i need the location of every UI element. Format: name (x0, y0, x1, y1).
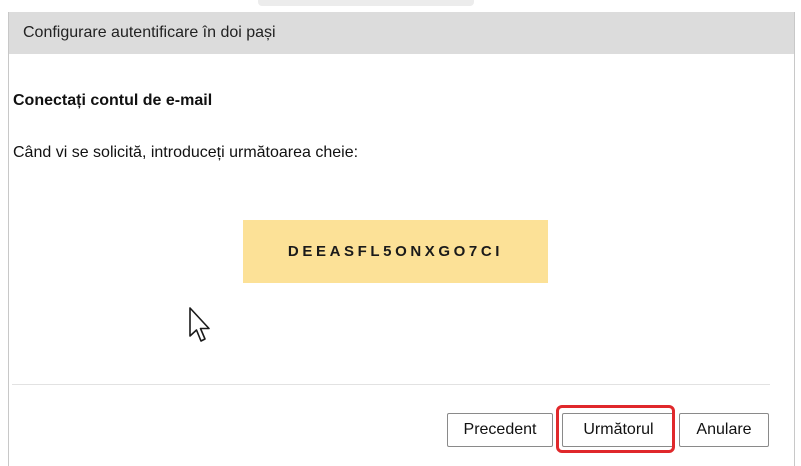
screen: Configurare autentificare în doi pași Co… (0, 0, 801, 466)
window-top-edge (0, 0, 801, 12)
dialog-title: Configurare autentificare în doi pași (23, 24, 276, 41)
previous-button[interactable]: Precedent (447, 413, 553, 447)
cancel-button[interactable]: Anulare (679, 413, 769, 447)
section-heading: Conectați contul de e-mail (13, 92, 213, 109)
instruction-text: Când vi se solicită, introduceți următoa… (13, 144, 359, 161)
dialog-titlebar: Configurare autentificare în doi pași (9, 12, 794, 54)
mouse-pointer-icon (189, 307, 210, 342)
secret-key-box: DEEASFL5ONXGO7CI (243, 220, 548, 283)
secret-key-text: DEEASFL5ONXGO7CI (287, 243, 504, 260)
window-top-tab (258, 0, 474, 6)
next-button[interactable]: Următorul (562, 413, 675, 447)
footer-divider (12, 384, 770, 385)
